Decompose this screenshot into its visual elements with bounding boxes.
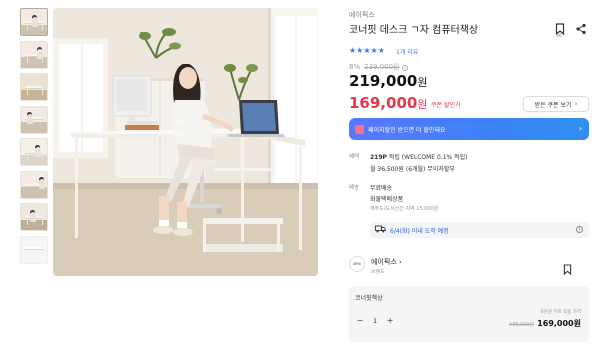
- delivery-note: 제주도/도서산간 지역 15,000원: [370, 206, 439, 212]
- discount-percent: 8%: [349, 63, 361, 71]
- product-main-image: [53, 8, 318, 276]
- delivery-type: 무료배송: [370, 185, 393, 192]
- share-icon[interactable]: [575, 20, 587, 35]
- bookmark-icon[interactable]: [555, 20, 565, 36]
- option-name: 코너핏책상: [355, 295, 383, 302]
- product-page: 에이픽스 코너핏 데스크 ㄱ자 컴퓨터책상 36 ★★★★★ 1개 리뷰 8% 2…: [0, 0, 600, 346]
- brand-name[interactable]: 에이픽스: [349, 10, 375, 20]
- thumbnail[interactable]: [20, 40, 48, 69]
- option-original-price: 239,000원: [508, 322, 535, 328]
- option-note: 8만원 무료 적용 가격: [540, 310, 581, 315]
- installment-text[interactable]: 월 36,500원 (6개월) 무이자할부: [370, 164, 455, 173]
- arrival-estimate: 6/4(화) 이내 도착 예정 i: [370, 222, 589, 238]
- bookmark-count: 36: [556, 34, 562, 39]
- quantity-value: 1: [373, 316, 378, 325]
- seller-section: APIX 에이픽스 › 브랜드: [349, 252, 589, 282]
- room-scene-illustration: [53, 8, 318, 276]
- seller-name: 에이픽스: [371, 258, 397, 266]
- minus-button[interactable]: −: [355, 316, 365, 325]
- thumbnail-list: [20, 8, 48, 268]
- price-value: 219,000: [349, 72, 418, 90]
- delivery-label: 배송: [349, 185, 360, 191]
- thumbnail[interactable]: [20, 235, 48, 264]
- discount-line: 8% 239,000원 i: [349, 62, 408, 72]
- option-price-value: 169,000원: [537, 319, 581, 328]
- page-discount-banner[interactable]: 페이지할인 받으면 더 할인돼요 ›: [349, 118, 589, 140]
- review-count-link[interactable]: 1개 리뷰: [396, 47, 418, 56]
- points-text: 219P 적립 (WELCOME 0.1% 적립): [370, 152, 468, 161]
- banner-text: 페이지할인 받으면 더 할인돼요: [368, 126, 446, 134]
- price: 219,000원: [349, 72, 427, 90]
- product-info-panel: 에이픽스 코너핏 데스크 ㄱ자 컴퓨터책상 36 ★★★★★ 1개 리뷰 8% 2…: [349, 0, 600, 346]
- selected-option: 코너핏책상 8만원 무료 적용 가격 − 1 + 239,000원 169,000…: [349, 286, 589, 342]
- star-icon: ★: [370, 46, 378, 55]
- coupon-icon: [355, 124, 364, 134]
- points-note: 적립 (WELCOME 0.1% 적립): [388, 154, 468, 161]
- points-value: 219P: [370, 154, 387, 161]
- thumbnail[interactable]: [20, 203, 48, 231]
- view-coupons-button[interactable]: 받은 쿠폰 보기 ›: [523, 96, 589, 112]
- sale-price-currency: 원: [417, 98, 428, 111]
- view-coupons-label: 받은 쿠폰 보기: [534, 101, 572, 109]
- benefits-label: 혜택: [349, 154, 360, 160]
- thumbnail[interactable]: [20, 8, 48, 36]
- info-icon[interactable]: i: [576, 226, 583, 233]
- info-icon[interactable]: i: [401, 64, 408, 71]
- star-icon: ★: [377, 46, 385, 55]
- seller-logo[interactable]: APIX: [349, 256, 365, 272]
- truck-icon: [375, 225, 386, 235]
- arrival-text: 6/4(화) 이내 도착 예정: [390, 227, 449, 235]
- seller-name-link[interactable]: 에이픽스 ›: [371, 257, 402, 267]
- thumbnail[interactable]: [20, 73, 48, 101]
- sale-price: 169,000원: [349, 94, 427, 112]
- coupon-price-tag: 쿠폰 할인가: [431, 102, 461, 109]
- seller-sub: 브랜드: [371, 269, 385, 275]
- delivery-method: 화물택배상품: [370, 196, 404, 203]
- quantity-stepper: − 1 +: [355, 316, 395, 325]
- original-price: 239,000원: [364, 63, 400, 71]
- plus-button[interactable]: +: [385, 316, 395, 325]
- bookmark-icon[interactable]: [563, 260, 572, 279]
- thumbnail[interactable]: [20, 105, 48, 134]
- rating-stars: ★★★★★: [349, 46, 385, 55]
- chevron-right-icon: ›: [574, 100, 578, 108]
- chevron-right-icon: ›: [578, 124, 582, 133]
- option-price: 239,000원 169,000원: [509, 318, 581, 329]
- star-icon: ★: [363, 46, 371, 55]
- thumbnail[interactable]: [20, 138, 48, 166]
- thumbnail[interactable]: [20, 170, 48, 199]
- product-title: 코너핏 데스크 ㄱ자 컴퓨터책상: [349, 25, 479, 36]
- price-currency: 원: [417, 76, 428, 89]
- sale-price-value: 169,000: [349, 94, 418, 112]
